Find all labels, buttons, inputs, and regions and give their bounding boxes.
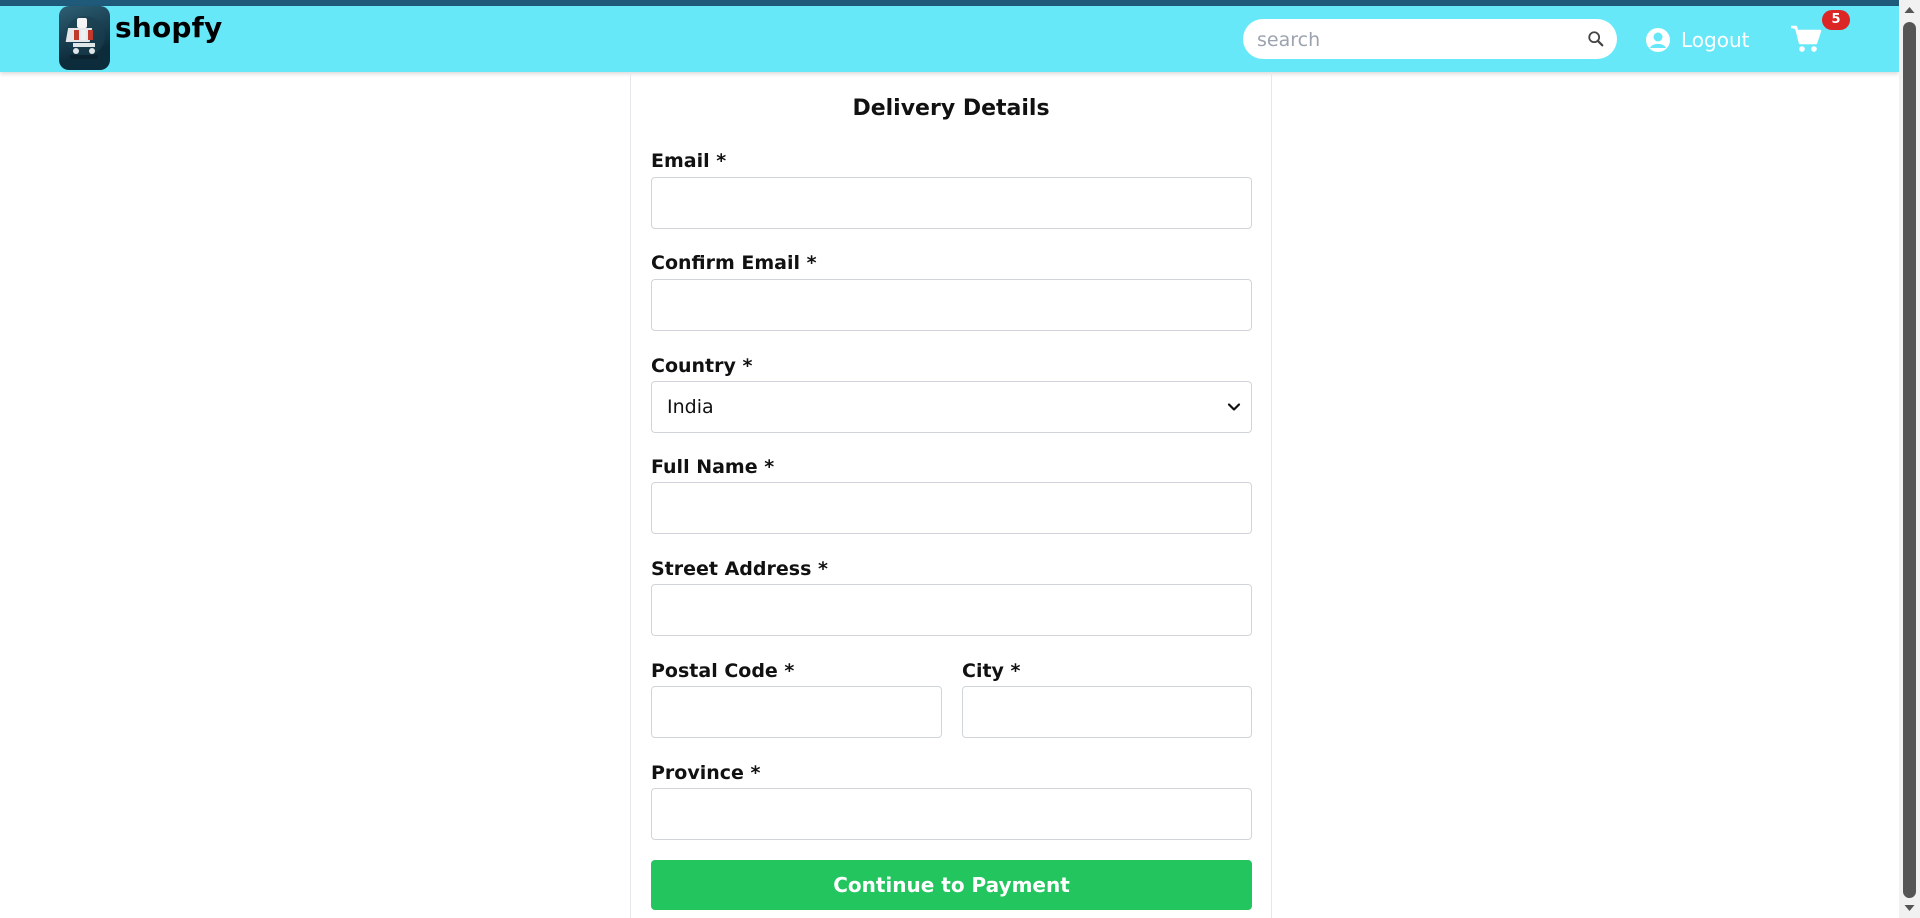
cart-icon[interactable]: [1789, 22, 1823, 56]
country-selected-value: India: [667, 396, 714, 418]
scroll-up-arrow-icon[interactable]: [1903, 4, 1916, 16]
country-select[interactable]: India: [651, 381, 1252, 433]
postal-code-label: Postal Code *: [651, 660, 795, 682]
logout-button[interactable]: Logout: [1645, 26, 1749, 54]
logout-label: Logout: [1681, 28, 1750, 52]
full-name-label: Full Name *: [651, 456, 775, 478]
confirm-email-label: Confirm Email *: [651, 252, 817, 274]
search-icon[interactable]: [1587, 30, 1605, 48]
scrollbar[interactable]: [1899, 0, 1920, 918]
city-label: City *: [962, 660, 1021, 682]
email-field[interactable]: [651, 177, 1252, 229]
street-address-label: Street Address *: [651, 558, 828, 580]
province-label: Province *: [651, 762, 761, 784]
form-title: Delivery Details: [852, 96, 1050, 121]
confirm-email-field[interactable]: [651, 279, 1252, 331]
brand-name[interactable]: shopfy: [115, 11, 223, 44]
full-name-field[interactable]: [651, 482, 1252, 534]
street-address-field[interactable]: [651, 584, 1252, 636]
cart-count-badge: 5: [1822, 10, 1850, 30]
city-field[interactable]: [962, 686, 1252, 738]
postal-code-field[interactable]: [651, 686, 942, 738]
province-field[interactable]: [651, 788, 1252, 840]
navbar: shopfy Logout 5: [0, 6, 1899, 72]
scrollbar-thumb[interactable]: [1903, 22, 1916, 898]
email-label: Email *: [651, 150, 727, 172]
search-box: [1243, 19, 1617, 61]
search-input[interactable]: [1255, 19, 1579, 61]
logo-icon[interactable]: [59, 6, 110, 70]
country-label: Country *: [651, 355, 753, 377]
chevron-down-icon: [1227, 403, 1241, 411]
scroll-down-arrow-icon[interactable]: [1903, 902, 1916, 914]
user-circle-icon: [1646, 28, 1670, 52]
delivery-form: Delivery Details Email * Confirm Email *…: [630, 72, 1272, 918]
continue-to-payment-button[interactable]: Continue to Payment: [651, 860, 1252, 910]
